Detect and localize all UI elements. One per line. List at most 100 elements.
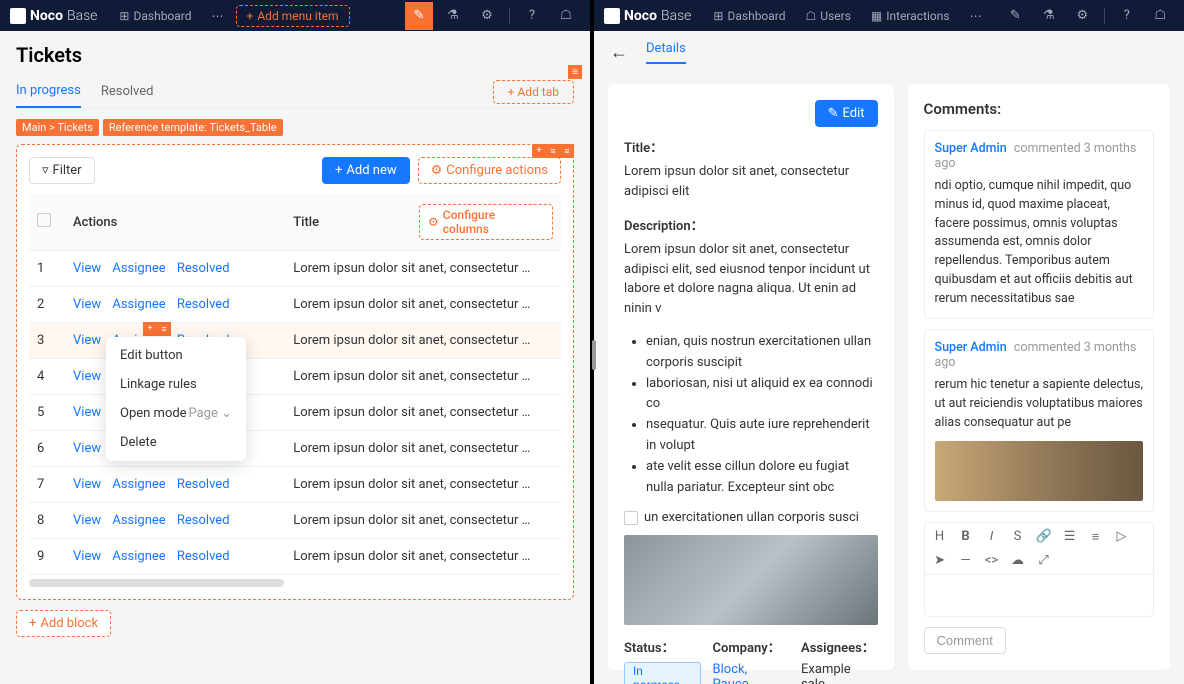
add-tab-button[interactable]: + Add tab — [493, 80, 574, 104]
row-number: 8 — [29, 503, 65, 539]
user-icon[interactable]: ☖ — [552, 2, 580, 30]
action-assignee[interactable]: Assignee — [112, 549, 165, 564]
corner-menu-icon[interactable]: ≡ — [546, 144, 560, 158]
company-label: Company： — [713, 637, 790, 656]
nav-dashboard[interactable]: ⊞ Dashboard — [111, 5, 199, 27]
bullet-item: ate velit esse cillun dolore eu fugiat n… — [646, 457, 878, 499]
help-icon[interactable]: ? — [518, 2, 546, 30]
code-icon[interactable]: <> — [983, 553, 1001, 568]
nav-dashboard[interactable]: ⊞Dashboard — [705, 5, 793, 27]
action-view[interactable]: View — [73, 441, 101, 456]
dropdown-delete[interactable]: Delete — [106, 428, 246, 457]
table-row: 2 View Assignee Resolved Lorem ipsun dol… — [29, 287, 561, 323]
action-view[interactable]: View — [73, 549, 101, 564]
comments-title: Comments: — [924, 100, 1154, 118]
logo[interactable]: NocoBase — [604, 8, 691, 24]
filter-button[interactable]: ▿ Filter — [29, 157, 95, 184]
comment-author[interactable]: Super Admin — [935, 141, 1007, 156]
comment-editor[interactable] — [924, 574, 1154, 618]
action-resolved[interactable]: Resolved — [177, 477, 230, 492]
action-view[interactable]: View — [73, 261, 101, 276]
action-assignee[interactable]: Assignee — [112, 261, 165, 276]
list-ul-icon[interactable]: ☰ — [1061, 529, 1079, 545]
corner-drag-icon[interactable]: ≡ — [560, 144, 574, 158]
action-view[interactable]: View — [73, 477, 101, 492]
tab-details[interactable]: Details — [646, 41, 686, 64]
tabs: In progress Resolved + Add tab — [16, 75, 574, 109]
editor-toolbar: H B I S 🔗 ☰ ≡ ▷ ➤ — <> ☁ ⤢ — [924, 522, 1154, 574]
bold-icon[interactable]: B — [957, 529, 975, 545]
send-icon[interactable]: ➤ — [931, 553, 949, 568]
action-view[interactable]: View — [73, 369, 101, 384]
add-menu-item-button[interactable]: + Add menu item — [236, 5, 350, 27]
comments-card: Comments: Super Admin commented 3 months… — [908, 84, 1170, 670]
bullet-item: laboriosan, nisi ut aliquid ex ea connod… — [646, 374, 878, 416]
edit-button[interactable]: ✎ Edit — [815, 100, 878, 127]
row-title: Lorem ipsun dolor sit anet, consectetur … — [285, 539, 561, 575]
nav-interactions[interactable]: ▦Interactions — [863, 5, 958, 27]
title-value: Lorem ipsun dolor sit anet, consectetur … — [624, 162, 878, 201]
horizontal-scrollbar[interactable] — [29, 579, 284, 587]
action-assignee[interactable]: Assignee — [112, 513, 165, 528]
action-resolved[interactable]: Resolved — [177, 261, 230, 276]
action-view[interactable]: View — [73, 405, 101, 420]
pen-icon[interactable]: ✎ — [1002, 2, 1029, 30]
crumb-main: Main > Tickets — [16, 119, 99, 136]
pen-icon[interactable]: ✎ — [405, 2, 433, 30]
list-ol-icon[interactable]: ≡ — [1087, 529, 1105, 545]
strike-icon[interactable]: S — [1009, 529, 1027, 545]
assignees-label: Assignees： — [801, 637, 878, 656]
task-checkbox[interactable] — [624, 511, 638, 525]
add-block-button[interactable]: + Add block — [16, 610, 111, 637]
hr-icon[interactable]: — — [957, 553, 975, 568]
configure-columns-button[interactable]: ⚙ Configure columns — [419, 204, 553, 240]
tab-resolved[interactable]: Resolved — [101, 76, 154, 107]
company-link[interactable]: Block, Pauce… — [713, 662, 758, 684]
table-card: + ≡ ≡ ▿ Filter + Add new ⚙ — [16, 144, 574, 600]
row-add-icon[interactable]: + — [143, 322, 157, 336]
nav-users[interactable]: ☖Users — [798, 5, 859, 27]
plugin-icon[interactable]: ⚗ — [1035, 2, 1062, 30]
row-menu-icon[interactable]: ≡ — [157, 322, 171, 336]
tab-in-progress[interactable]: In progress — [16, 75, 81, 108]
configure-actions-button[interactable]: ⚙ Configure actions — [418, 157, 561, 184]
upload-icon[interactable]: ☁ — [1009, 553, 1027, 568]
action-view[interactable]: View — [73, 513, 101, 528]
gear-icon[interactable]: ⚙ — [1069, 2, 1096, 30]
user-icon[interactable]: ☖ — [1147, 2, 1174, 30]
plus-icon: + — [335, 163, 342, 178]
action-resolved[interactable]: Resolved — [177, 549, 230, 564]
comment-button[interactable]: Comment — [924, 627, 1006, 654]
action-assignee[interactable]: Assignee — [112, 297, 165, 312]
action-view[interactable]: View — [73, 333, 101, 348]
table-row: 9 View Assignee Resolved Lorem ipsun dol… — [29, 539, 561, 575]
assignees-value: Example sale… — [801, 662, 851, 684]
pane-divider[interactable] — [592, 340, 596, 370]
quote-icon[interactable]: ▷ — [1113, 529, 1131, 545]
drag-handle-icon[interactable]: ≡ — [568, 65, 582, 79]
plugin-icon[interactable]: ⚗ — [439, 2, 467, 30]
dropdown-linkage-rules[interactable]: Linkage rules — [106, 370, 246, 399]
configure-actions-label: Configure actions — [446, 163, 548, 178]
logo[interactable]: NocoBase — [10, 8, 97, 24]
nav-more[interactable]: ⋯ — [204, 5, 232, 27]
dropdown-edit-button[interactable]: Edit button — [106, 341, 246, 370]
heading-icon[interactable]: H — [931, 529, 949, 545]
help-icon[interactable]: ? — [1113, 2, 1140, 30]
expand-icon[interactable]: ⤢ — [1035, 553, 1053, 568]
italic-icon[interactable]: I — [983, 529, 1001, 545]
nav-more[interactable]: ⋯ — [962, 5, 990, 27]
comment-author[interactable]: Super Admin — [935, 340, 1007, 355]
back-arrow-icon[interactable]: ← — [610, 42, 628, 63]
add-new-button[interactable]: + Add new — [322, 157, 410, 184]
bullet-item: enian, quis nostrun exercitationen ullan… — [646, 332, 878, 374]
action-assignee[interactable]: Assignee — [112, 477, 165, 492]
gear-icon[interactable]: ⚙ — [473, 2, 501, 30]
action-resolved[interactable]: Resolved — [177, 513, 230, 528]
action-view[interactable]: View — [73, 297, 101, 312]
link-icon[interactable]: 🔗 — [1035, 529, 1053, 545]
action-resolved[interactable]: Resolved — [177, 297, 230, 312]
select-all-checkbox[interactable] — [37, 213, 51, 227]
dropdown-open-mode[interactable]: Open mode Page ⌄ — [106, 399, 246, 428]
corner-add-icon[interactable]: + — [532, 144, 546, 158]
